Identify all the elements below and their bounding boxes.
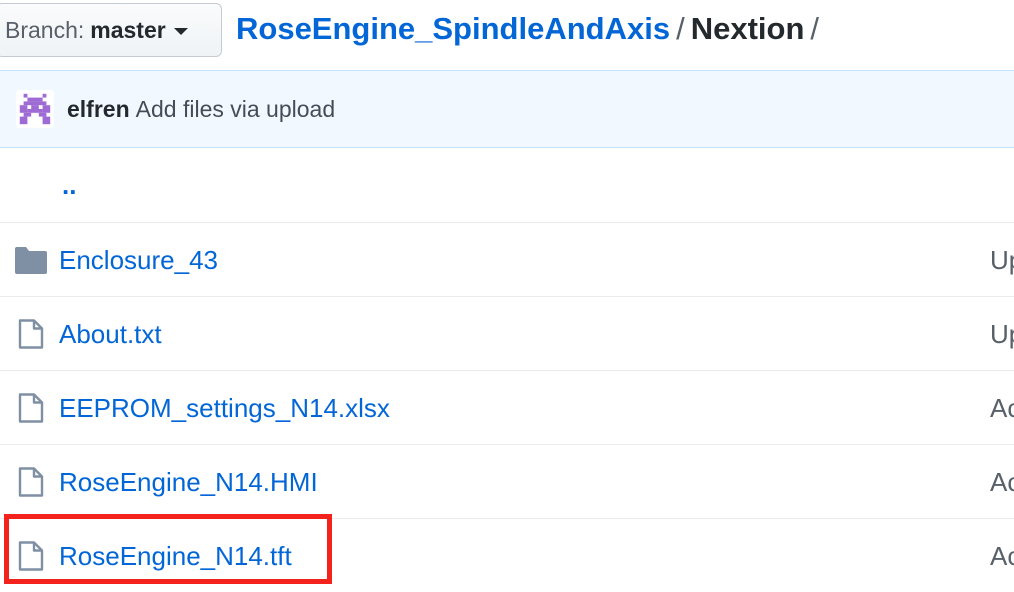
list-item-parent[interactable]: ..: [0, 148, 1014, 222]
commit-author-link[interactable]: elfren: [67, 96, 130, 122]
commit-message-truncated[interactable]: Ac: [990, 541, 1014, 571]
file-name-link[interactable]: Enclosure_43: [59, 245, 218, 275]
file-name-link[interactable]: RoseEngine_N14.tft: [59, 541, 292, 571]
list-item[interactable]: Enclosure_43 Up: [0, 222, 1014, 296]
file-name-link[interactable]: RoseEngine_N14.HMI: [59, 467, 318, 497]
commit-message-truncated[interactable]: Ac: [990, 467, 1014, 497]
breadcrumb-repo-link[interactable]: RoseEngine_SpindleAndAxis: [236, 11, 670, 46]
branch-name-label: master: [90, 16, 166, 43]
list-item[interactable]: EEPROM_settings_N14.xlsx Ac: [0, 370, 1014, 444]
commit-message-link[interactable]: Add files via upload: [136, 96, 335, 122]
breadcrumb-separator: /: [676, 11, 685, 46]
identicon-icon: [19, 93, 51, 125]
caret-down-icon: [173, 27, 188, 35]
commit-summary: elfren Add files via upload: [67, 95, 335, 123]
list-item[interactable]: RoseEngine_N14.tft Ac: [0, 518, 1014, 592]
file-name-link[interactable]: About.txt: [59, 319, 162, 349]
commit-message-truncated[interactable]: Up: [990, 245, 1014, 275]
latest-commit-bar: elfren Add files via upload: [0, 70, 1014, 148]
folder-icon: [15, 247, 47, 274]
avatar[interactable]: [16, 90, 54, 128]
repo-header: Branch: master RoseEngine_SpindleAndAxis…: [0, 0, 1014, 60]
file-list: .. Enclosure_43 Up About.txt Up EEPROM_s…: [0, 148, 1014, 592]
commit-message-truncated[interactable]: Up: [990, 319, 1014, 349]
breadcrumb-current-folder: Nextion: [690, 11, 805, 46]
file-name-link[interactable]: EEPROM_settings_N14.xlsx: [59, 393, 390, 423]
parent-directory-link[interactable]: ..: [62, 170, 76, 200]
file-icon: [18, 393, 44, 423]
file-icon: [18, 319, 44, 349]
commit-message-truncated[interactable]: Ac: [990, 393, 1014, 423]
branch-selector-button[interactable]: Branch: master: [0, 3, 222, 57]
breadcrumb: RoseEngine_SpindleAndAxis / Nextion /: [236, 10, 825, 48]
file-icon: [18, 541, 44, 571]
file-icon: [18, 467, 44, 497]
branch-prefix-label: Branch:: [5, 16, 85, 43]
list-item[interactable]: About.txt Up: [0, 296, 1014, 370]
list-item[interactable]: RoseEngine_N14.HMI Ac: [0, 444, 1014, 518]
breadcrumb-separator-trailing: /: [810, 11, 820, 46]
